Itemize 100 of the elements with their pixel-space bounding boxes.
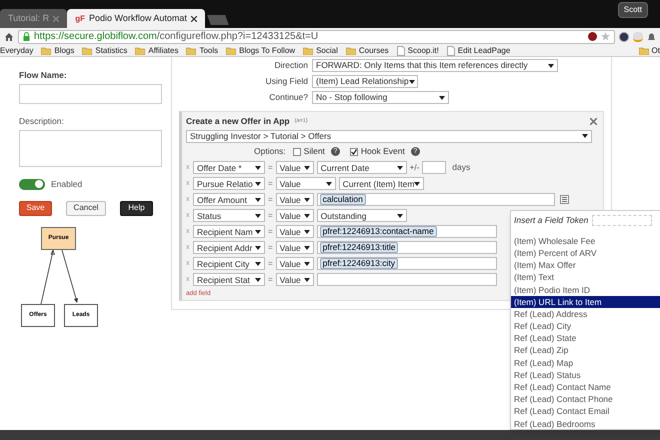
token-option[interactable]: Ref (Lead) Address (511, 308, 660, 320)
token-option[interactable]: (Item) Max Offer (511, 259, 660, 272)
setting-label: Using Field (264, 75, 308, 88)
bookmark[interactable]: Affiliates (135, 44, 178, 56)
address-bar[interactable]: https://secure.globiflow.com/configureflow.php?i=12433125&t=U (18, 30, 615, 44)
token-option[interactable]: Ref (Lead) State (511, 332, 660, 344)
action-button[interactable]: Cancel (66, 200, 106, 216)
field-dropdown[interactable]: Status (193, 209, 265, 222)
token-option[interactable]: Ref (Lead) Status (511, 368, 660, 381)
option-label: Silent (304, 145, 325, 158)
page-icon (446, 46, 455, 56)
token-option[interactable]: (Item) URL Link to Item (511, 296, 660, 308)
value-field[interactable]: pfref:12246913:title (316, 241, 497, 254)
bookmark[interactable]: Edit LeadPage (446, 44, 510, 56)
description-field[interactable] (19, 130, 162, 167)
field-label: Flow Name: (19, 69, 68, 82)
value-field[interactable]: pfref:12246913:city (316, 257, 497, 270)
bookmark[interactable]: Tools (186, 44, 218, 56)
token-chip: pfref:12246913:title (320, 242, 398, 254)
close-icon[interactable] (190, 16, 197, 22)
field-dropdown[interactable]: Recipient Addr (193, 241, 265, 254)
field-dropdown[interactable]: Pursue Relatio (193, 177, 265, 190)
bookmark[interactable]: Blogs (41, 44, 74, 56)
list-icon[interactable] (560, 195, 569, 204)
option-label: Hook Event (360, 145, 405, 158)
value-field[interactable]: pfref:12246913:contact-name (316, 225, 497, 238)
checkbox[interactable] (350, 148, 358, 156)
mode-dropdown[interactable]: Value (276, 257, 314, 270)
app-dropdown[interactable]: Struggling Investor > Tutorial > Offers (186, 130, 592, 143)
equals-sign: = (268, 178, 273, 190)
setting-dropdown[interactable]: (Item) Lead Relationship (312, 75, 418, 88)
enabled-toggle[interactable] (19, 178, 45, 190)
token-option[interactable]: Ref (Lead) Bedrooms (511, 418, 660, 430)
choice-dropdown[interactable]: Current (Item) Item (338, 177, 424, 190)
token-option[interactable]: Ref (Lead) Zip (511, 344, 660, 357)
setting-dropdown[interactable]: No - Stop following (312, 91, 449, 104)
field-dropdown[interactable]: Recipient Stat (193, 273, 265, 286)
options-label: Options: (254, 145, 286, 158)
token-option[interactable]: (Item) Text (511, 271, 660, 284)
token-option[interactable]: (Item) Percent of ARV (511, 246, 660, 260)
bookmark[interactable]: Blogs To Follow (226, 44, 296, 56)
plus-minus-label: +/- (410, 162, 420, 174)
equals-sign: = (268, 258, 273, 270)
mode-dropdown[interactable]: Value (276, 161, 314, 174)
value-field[interactable]: calculation (316, 193, 555, 206)
token-option[interactable]: Ref (Lead) City (511, 320, 660, 332)
caret-icon (548, 64, 554, 68)
token-option[interactable]: Ref (Lead) Contact Email (511, 405, 660, 418)
caret-icon (255, 198, 261, 202)
mode-dropdown[interactable]: Value (276, 209, 314, 222)
mode-dropdown[interactable]: Value (276, 273, 314, 286)
bell-icon[interactable] (647, 32, 656, 42)
token-option[interactable]: Ref (Lead) Contact Phone (511, 393, 660, 406)
new-tab-button[interactable] (207, 15, 229, 25)
equals-sign: = (268, 226, 273, 238)
checkbox[interactable] (292, 148, 301, 156)
bookmark[interactable]: Social (303, 44, 338, 56)
token-option[interactable]: Ref (Lead) Contact Name (511, 381, 660, 394)
token-option[interactable]: Ref (Lead) Map (511, 356, 660, 369)
field-dropdown[interactable]: Recipient City (193, 257, 265, 270)
equals-sign: = (268, 274, 273, 286)
choice-dropdown[interactable]: Outstanding (316, 209, 407, 222)
url-text: https://secure.globiflow.com/configureflow.php?i=12433125&t=U (34, 30, 320, 44)
setting-dropdown[interactable]: FORWARD: Only Items that this Item references directly (312, 59, 558, 72)
connectors-drawing (40, 250, 80, 305)
caret-icon (396, 214, 403, 218)
caret-icon (255, 278, 261, 282)
mode-dropdown[interactable]: Value (276, 225, 314, 238)
bookmark[interactable]: Ot (638, 44, 660, 56)
bookmark[interactable]: Everyday (0, 44, 34, 56)
browser-tab[interactable]: gF Podio Workflow Automat (67, 9, 205, 28)
token-option[interactable]: (Item) Wholesale Fee (511, 234, 660, 247)
days-field[interactable] (422, 161, 446, 174)
flow-name-field[interactable] (19, 84, 162, 104)
token-option[interactable]: (Item) Podio Item ID (511, 284, 660, 296)
action-button[interactable]: Help (120, 200, 153, 216)
days-label: days (452, 161, 470, 174)
mode-dropdown[interactable]: Value (276, 177, 336, 190)
field-dropdown[interactable]: Offer Amount (193, 193, 265, 206)
bookmark[interactable]: Scoop.it! (396, 44, 439, 56)
setting-label: Direction (273, 59, 308, 72)
caret-icon (255, 230, 261, 234)
profile-button[interactable]: Scott (618, 2, 648, 18)
lock-icon (23, 32, 30, 41)
token-search-field[interactable] (592, 214, 652, 226)
star-icon[interactable] (601, 32, 610, 41)
mode-dropdown[interactable]: Value (276, 241, 314, 254)
action-button[interactable]: Save (19, 200, 52, 216)
mode-dropdown[interactable]: Value (276, 193, 314, 206)
choice-dropdown[interactable]: Current Date (316, 161, 407, 174)
bookmark[interactable]: Statistics (82, 44, 128, 56)
page-icon (396, 46, 405, 56)
caret-icon (439, 96, 445, 100)
home-icon[interactable] (4, 32, 14, 42)
bookmark[interactable]: Courses (346, 44, 389, 56)
value-field[interactable] (316, 273, 497, 286)
field-dropdown[interactable]: Recipient Nam (193, 225, 265, 238)
blocked-icon (588, 32, 597, 41)
field-dropdown[interactable]: Offer Date * (193, 161, 265, 174)
field-label: Description: (19, 115, 65, 128)
